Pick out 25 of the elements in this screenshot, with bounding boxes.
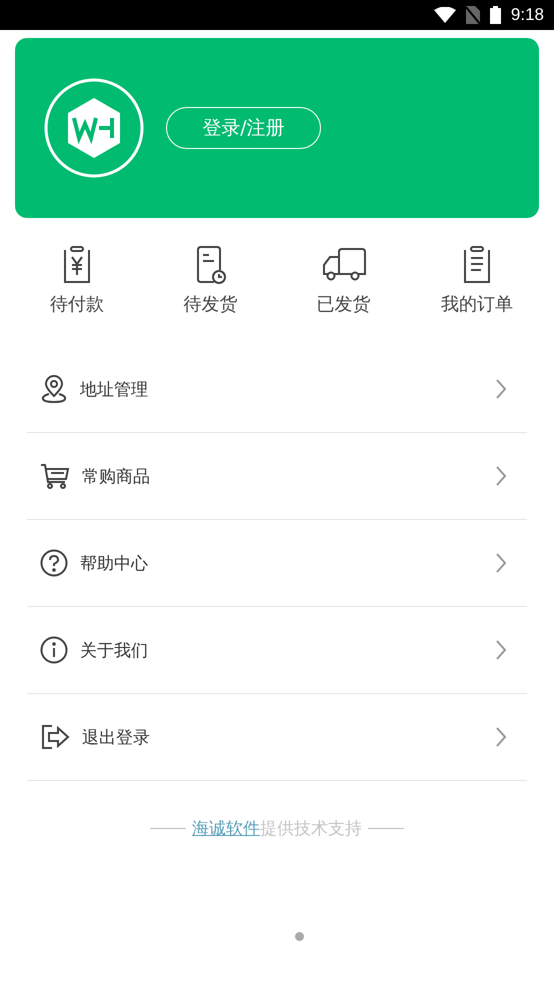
order-status-button[interactable]: 已发货 xyxy=(288,244,399,316)
order-status-button[interactable]: 待付款 xyxy=(22,244,132,316)
help-icon xyxy=(40,549,68,577)
exit-arrow-icon xyxy=(40,723,70,751)
menu-item[interactable]: 常购商品 xyxy=(27,433,527,520)
tech-support-text: 海诚软件提供技术支持 xyxy=(192,818,362,840)
location-pin-icon xyxy=(40,375,68,403)
chevron-right-icon xyxy=(495,639,507,661)
cart-icon xyxy=(40,462,70,490)
battery-icon xyxy=(490,6,501,24)
chevron-right-icon xyxy=(495,552,507,574)
chevron-right-icon xyxy=(495,465,507,487)
no-sim-icon xyxy=(466,6,480,24)
menu-item[interactable]: 地址管理 xyxy=(27,346,527,433)
menu-item[interactable]: 帮助中心 xyxy=(27,520,527,607)
clock-time: 9:18 xyxy=(510,5,544,25)
info-icon xyxy=(40,636,68,664)
order-status-button[interactable]: 我的订单 xyxy=(422,244,532,316)
menu-item[interactable]: 关于我们 xyxy=(27,607,527,694)
menu-item[interactable]: 退出登录 xyxy=(27,694,527,781)
chevron-right-icon xyxy=(495,378,507,400)
page-indicator-dot xyxy=(295,932,304,941)
chevron-right-icon xyxy=(495,726,507,748)
wifi-icon xyxy=(434,7,456,23)
order-status-button[interactable]: 待发货 xyxy=(155,244,266,316)
